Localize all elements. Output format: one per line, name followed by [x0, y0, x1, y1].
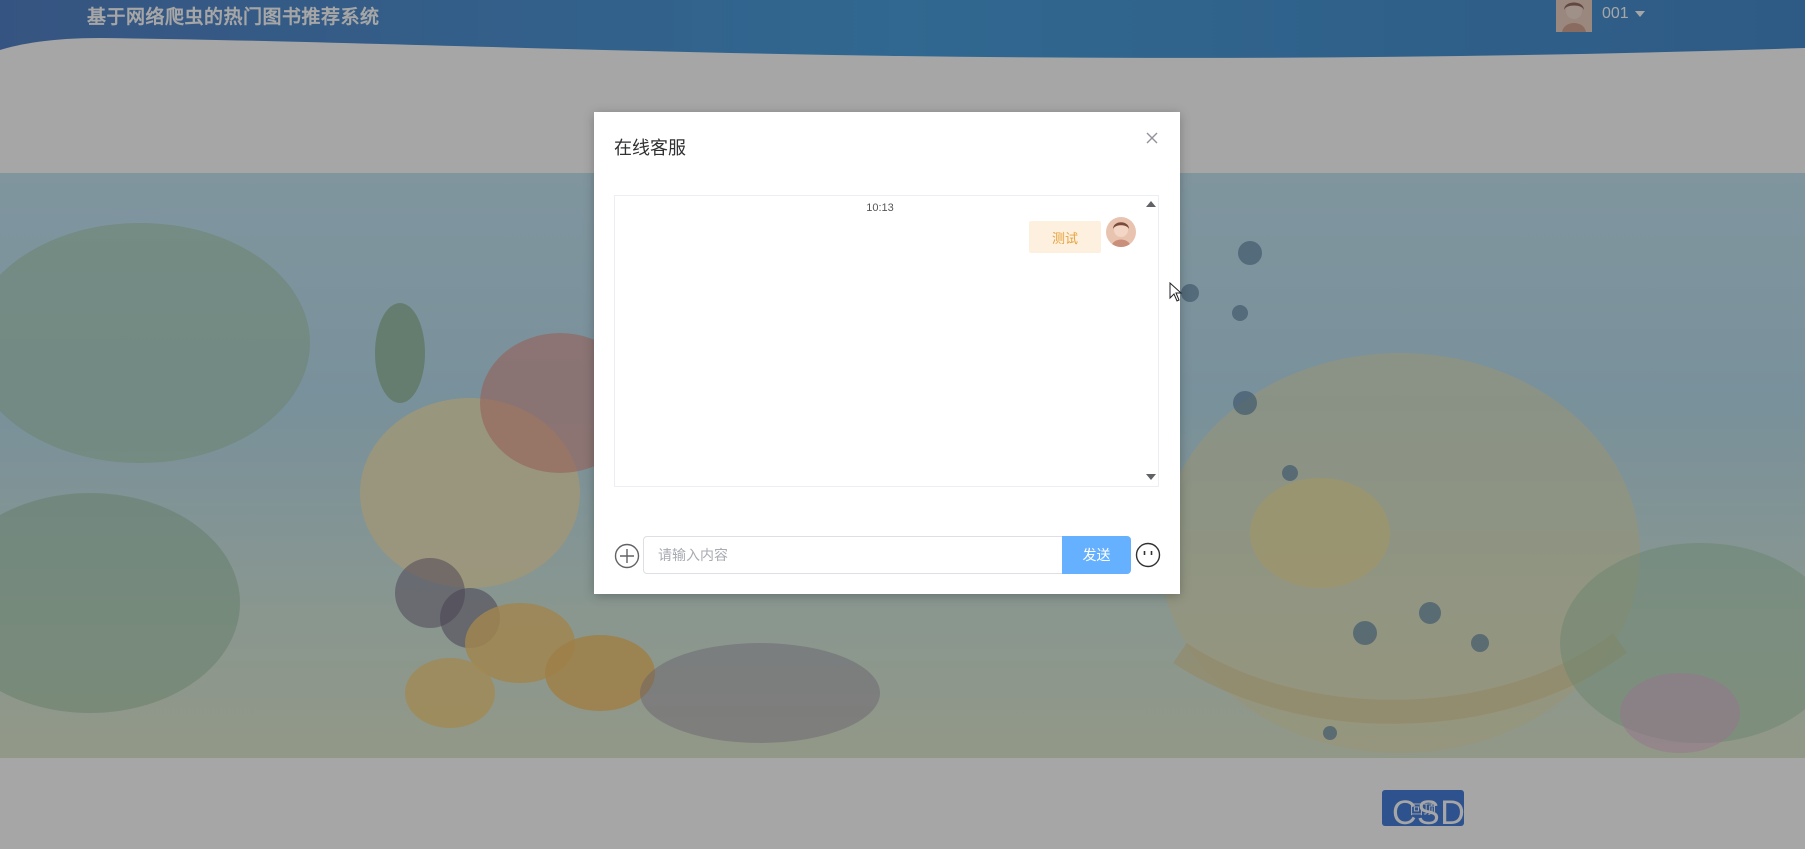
message-input-row: 发送: [614, 536, 1164, 574]
scroll-down-arrow-icon[interactable]: [1146, 474, 1156, 480]
chat-message-list[interactable]: 10:13 测试: [614, 195, 1159, 487]
message-avatar: [1106, 217, 1136, 247]
chat-dialog: 在线客服 10:13 测试 发送: [594, 112, 1180, 594]
emoji-icon[interactable]: [1135, 542, 1161, 568]
dialog-title: 在线客服: [614, 138, 686, 158]
send-button[interactable]: 发送: [1062, 536, 1131, 574]
message-input[interactable]: [643, 536, 1063, 574]
message-bubble: 测试: [1029, 221, 1101, 253]
scroll-up-arrow-icon[interactable]: [1146, 201, 1156, 207]
mouse-pointer-icon: [1169, 281, 1183, 307]
message-timestamp: 10:13: [866, 202, 894, 214]
close-icon[interactable]: [1144, 130, 1160, 146]
chat-scrollbar[interactable]: [1142, 196, 1158, 486]
add-attachment-icon[interactable]: [614, 543, 640, 569]
